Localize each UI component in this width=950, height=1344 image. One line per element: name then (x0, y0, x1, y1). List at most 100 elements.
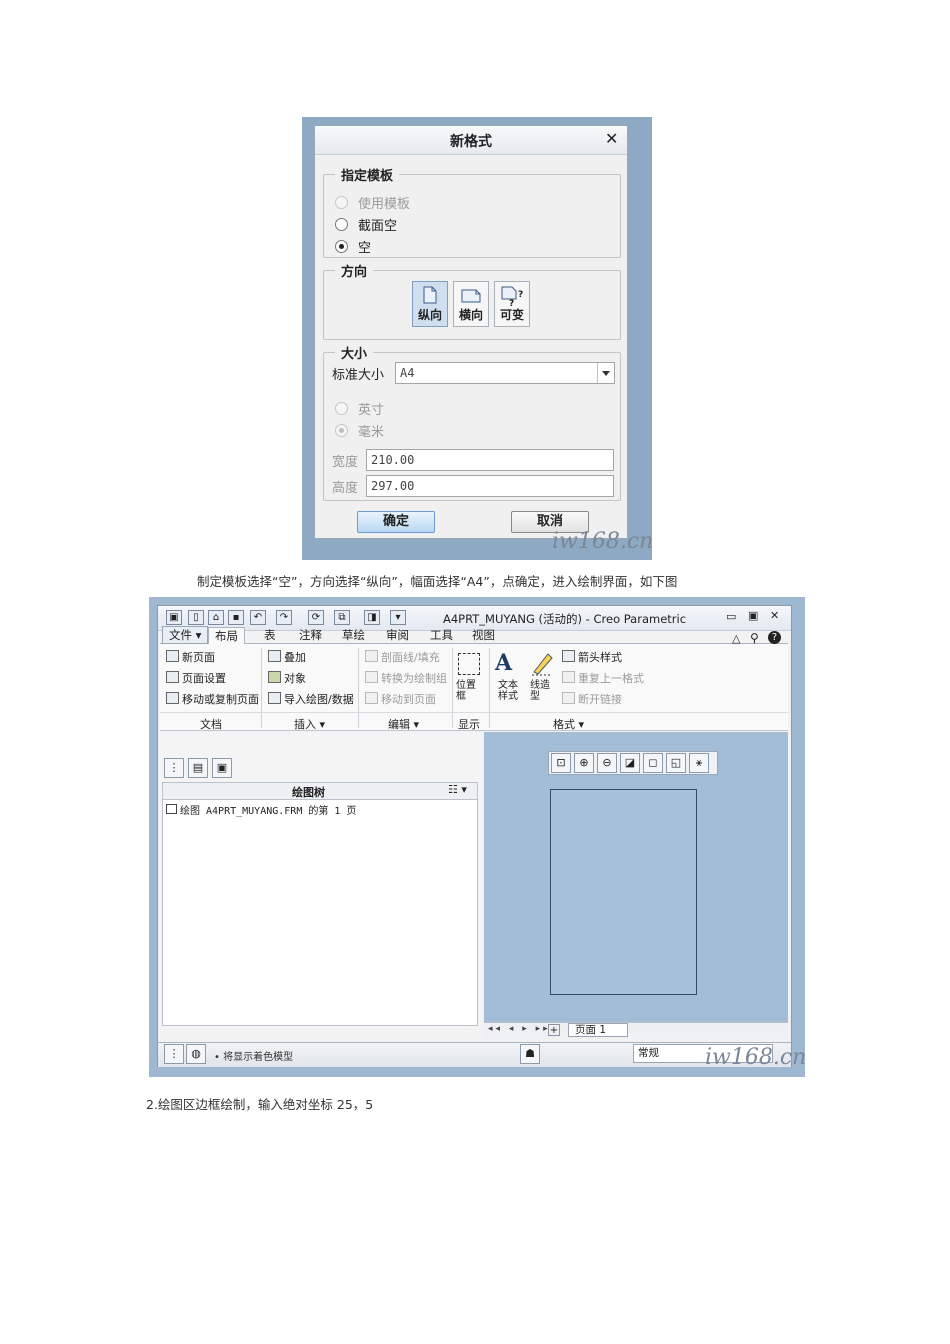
drawing-sheet-border (550, 789, 697, 995)
text-style-icon[interactable]: A (495, 650, 512, 676)
model-tree-tab-icon[interactable]: ⋮ (164, 758, 184, 778)
object-button[interactable]: 对象 (284, 670, 306, 686)
add-page-icon[interactable]: + (548, 1024, 560, 1036)
ribbon-separator (261, 648, 262, 728)
page-tab[interactable]: 页面 1 (568, 1023, 628, 1037)
group-label-display[interactable]: 显示 (458, 716, 480, 732)
customize-toolbar-icon[interactable]: ▾ (390, 610, 406, 625)
maximize-icon[interactable]: ▣ (748, 609, 758, 622)
selection-filter-value: 常规 (638, 1047, 659, 1059)
hatch-fill-icon (365, 650, 378, 662)
size-group-legend: 大小 (335, 343, 374, 362)
dropdown-arrow-icon[interactable] (597, 363, 615, 383)
tree-settings-icon[interactable]: ☷ ▾ (448, 783, 467, 796)
app-icon: ▣ (166, 610, 182, 625)
overlay-button[interactable]: 叠加 (284, 649, 306, 665)
regenerate-icon[interactable]: ⟳ (308, 610, 324, 625)
tree-item-drawing[interactable]: 绘图 A4PRT_MUYANG.FRM 的第 1 页 (180, 802, 356, 817)
group-label-edit-text: 编辑 (388, 718, 410, 731)
height-label: 高度 (332, 481, 359, 496)
landscape-button[interactable]: 横向 (453, 281, 489, 327)
import-drawing-button[interactable]: 导入绘图/数据 (284, 691, 354, 707)
navigator-toggle-icon[interactable]: ⋮ (164, 1044, 184, 1064)
arrow-style-button[interactable]: 箭头样式 (578, 649, 622, 665)
variable-button[interactable]: ? ? 可变 (494, 281, 530, 327)
line-style-icon[interactable] (530, 650, 554, 676)
tab-layout[interactable]: 布局 (208, 627, 245, 644)
landscape-label: 横向 (458, 308, 483, 322)
refit-icon[interactable]: ⊡ (551, 753, 571, 773)
ok-button[interactable]: 确定 (357, 511, 435, 533)
dialog-title: 新格式 (450, 134, 492, 150)
group-label-insert-text: 插入 (294, 718, 316, 731)
move-to-page-icon (365, 692, 378, 704)
saved-views-icon[interactable]: ◱ (666, 753, 686, 773)
new-format-dialog: 新格式 ✕ 指定模板 使用模板 截面空 空 方向 纵向 横向 ? ? 可变 大小… (314, 125, 628, 539)
radio-section-empty[interactable] (335, 218, 348, 231)
search-icon[interactable]: ⚲ (750, 631, 759, 645)
portrait-button[interactable]: 纵向 (412, 281, 448, 327)
creo-window: ▣ ▯ ⌂ ▪ ↶ ↷ ⟳ ⧉ ◨ ▾ A4PRT_MUYANG (活动的) -… (157, 605, 792, 1067)
find-icon[interactable]: ☗ (520, 1044, 540, 1064)
convert-group-icon (365, 671, 378, 683)
landscape-page-icon (461, 289, 481, 303)
new-page-button[interactable]: 新页面 (182, 649, 215, 665)
move-copy-page-icon (166, 692, 179, 704)
browser-toggle-icon[interactable]: ◍ (186, 1044, 206, 1064)
tab-annotate[interactable]: 注释 (293, 627, 328, 643)
display-style-icon[interactable]: ◻ (643, 753, 663, 773)
width-field[interactable]: 210.00 (366, 449, 614, 471)
tab-view[interactable]: 视图 (466, 627, 501, 643)
datum-display-icon[interactable]: ⚹ (689, 753, 709, 773)
svg-text:?: ? (509, 299, 514, 306)
bounding-box-icon[interactable] (458, 653, 480, 675)
file-menu[interactable]: 文件 ▾ (162, 626, 209, 644)
zoom-in-icon[interactable]: ⊕ (574, 753, 594, 773)
standard-size-select[interactable]: A4 (395, 362, 615, 384)
status-message-text: 将显示着色模型 (223, 1052, 294, 1063)
close-icon[interactable]: ✕ (605, 129, 618, 148)
move-copy-page-button[interactable]: 移动或复制页面 (182, 691, 259, 707)
tab-table[interactable]: 表 (258, 627, 282, 643)
close-app-icon[interactable]: ✕ (770, 609, 779, 622)
favorites-tab-icon[interactable]: ▣ (212, 758, 232, 778)
break-link-button: 断开链接 (578, 693, 622, 706)
repeat-format-button: 重复上一格式 (578, 672, 644, 685)
width-value: 210.00 (371, 453, 415, 467)
drawing-tree-title: 绘图树 (292, 786, 325, 799)
group-label-insert[interactable]: 插入 ▾ (294, 716, 325, 732)
redo-icon[interactable]: ↷ (276, 610, 292, 625)
group-label-format[interactable]: 格式 ▾ (553, 716, 584, 732)
save-icon[interactable]: ▪ (228, 610, 244, 625)
help-icon[interactable]: ? (768, 631, 781, 644)
repaint-icon[interactable]: ◪ (620, 753, 640, 773)
folder-browser-tab-icon[interactable]: ▤ (188, 758, 208, 778)
windows-icon[interactable]: ⧉ (334, 610, 350, 625)
height-value: 297.00 (371, 479, 415, 493)
radio-empty-label: 空 (358, 241, 372, 256)
zoom-out-icon[interactable]: ⊖ (597, 753, 617, 773)
ribbon-separator (452, 648, 453, 728)
height-field[interactable]: 297.00 (366, 475, 614, 497)
new-page-icon (166, 650, 179, 662)
minimize-icon[interactable]: ▭ (726, 610, 736, 623)
standard-size-value: A4 (400, 366, 415, 380)
page-nav-arrows-icon[interactable]: ◂◂ ◂ ▸ ▸▸ (488, 1024, 551, 1034)
convert-group-button: 转换为绘制组 (381, 672, 447, 685)
break-link-icon (562, 692, 575, 704)
group-label-edit[interactable]: 编辑 ▾ (388, 716, 419, 732)
undo-icon[interactable]: ↶ (250, 610, 266, 625)
tab-review[interactable]: 审阅 (380, 627, 415, 643)
move-to-page-button: 移动到页面 (381, 693, 436, 706)
object-icon (268, 671, 281, 683)
open-folder-icon[interactable]: ⌂ (208, 610, 224, 625)
new-file-icon[interactable]: ▯ (188, 610, 204, 625)
radio-use-template (335, 196, 348, 209)
tab-tools[interactable]: 工具 (424, 627, 459, 643)
page-setup-button[interactable]: 页面设置 (182, 670, 226, 686)
close-window-icon[interactable]: ◨ (364, 610, 380, 625)
radio-empty[interactable] (335, 240, 348, 253)
variable-page-icon: ? ? (501, 286, 523, 306)
group-label-document[interactable]: 文档 (200, 716, 222, 732)
tab-sketch[interactable]: 草绘 (336, 627, 371, 643)
